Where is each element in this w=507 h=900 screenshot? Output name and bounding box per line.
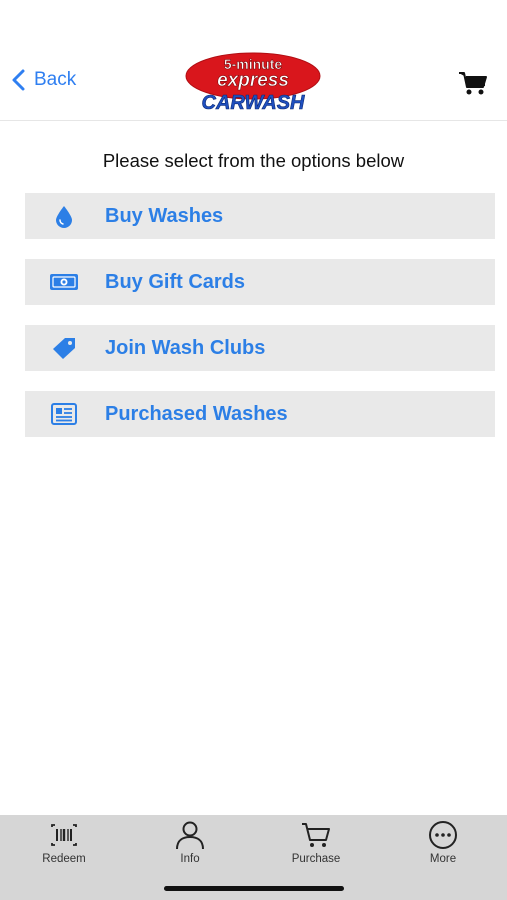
tab-label: Redeem <box>42 853 86 865</box>
option-label: Buy Washes <box>105 204 224 227</box>
receipt-icon <box>49 401 79 427</box>
option-label: Buy Gift Cards <box>105 270 246 293</box>
logo-line2: express <box>217 70 289 91</box>
more-icon <box>429 821 457 849</box>
buy-gift-cards-button[interactable]: Buy Gift Cards <box>25 259 495 305</box>
join-wash-clubs-button[interactable]: Join Wash Clubs <box>25 325 495 371</box>
option-label: Purchased Washes <box>105 402 288 425</box>
person-icon <box>176 821 204 850</box>
logo-line3: CARWASH <box>202 92 306 112</box>
tab-redeem[interactable]: Redeem <box>1 819 127 865</box>
tab-purchase[interactable]: Purchase <box>253 819 379 865</box>
option-label: Join Wash Clubs <box>105 336 266 359</box>
water-drop-icon <box>49 203 79 229</box>
options-list: Buy Washes Buy Gift Cards Join Wash Club… <box>25 193 495 457</box>
tab-info[interactable]: Info <box>127 819 253 865</box>
page-prompt: Please select from the options below <box>102 150 405 171</box>
back-label: Back <box>34 69 77 90</box>
home-indicator <box>164 886 344 891</box>
tag-icon <box>49 335 79 361</box>
tab-label: More <box>429 853 457 865</box>
tab-more[interactable]: More <box>380 819 506 865</box>
cash-icon <box>49 269 79 295</box>
cart-icon[interactable] <box>458 70 488 96</box>
back-button[interactable]: Back <box>10 68 76 92</box>
header: Back 5-minute express CARWASH <box>0 0 507 121</box>
buy-washes-button[interactable]: Buy Washes <box>25 193 495 239</box>
carwash-logo: 5-minute express CARWASH <box>185 52 321 112</box>
purchased-washes-button[interactable]: Purchased Washes <box>25 391 495 437</box>
cart-icon <box>302 823 330 847</box>
barcode-icon <box>51 824 77 846</box>
chevron-left-icon <box>12 69 25 91</box>
tab-label: Info <box>180 853 200 865</box>
tab-label: Purchase <box>291 853 341 865</box>
